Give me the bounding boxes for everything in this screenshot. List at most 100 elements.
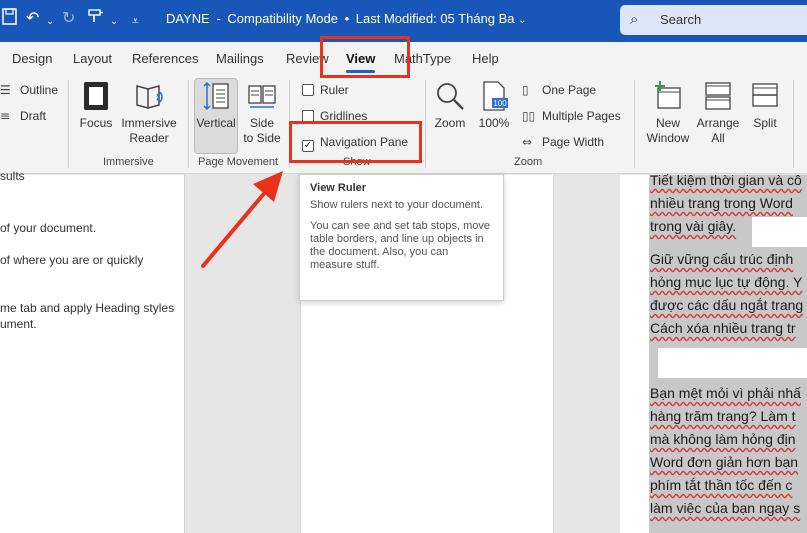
tab-references[interactable]: References (132, 51, 198, 66)
tooltip-title: View Ruler (310, 182, 367, 194)
immersive-reader-label-1: Immersive (121, 116, 177, 130)
document-text-line[interactable]: nhiều trang trong Word (650, 195, 793, 211)
navigation-pane: sults of your document. of where you are… (0, 169, 185, 533)
redo-icon[interactable]: ↻ (62, 8, 75, 28)
one-page-label: One Page (542, 83, 597, 97)
tooltip-description: Show rulers next to your document. (310, 199, 484, 211)
annotation-arrow (201, 171, 283, 268)
selection-gap (752, 217, 807, 247)
outline-icon: ☰ (0, 83, 11, 97)
last-modified-label: Last Modified: 05 Tháng Ba (355, 11, 515, 26)
tab-mailings[interactable]: Mailings (216, 51, 264, 66)
arrange-all-icon (702, 80, 734, 114)
side-to-side-button[interactable]: Side to Side (240, 80, 284, 146)
customize-quick-access-icon[interactable]: ⩡ (132, 11, 139, 31)
document-text-line[interactable]: trong vài giây. (650, 218, 736, 234)
one-page-button[interactable]: ▯ One Page (522, 82, 596, 98)
side-to-side-label-1: Side (249, 116, 275, 130)
page-width-button[interactable]: ⇔ Page Width (522, 134, 604, 150)
nav-pane-text-line: sults (0, 169, 25, 183)
document-text-line[interactable]: Tiết kiệm thời gian và cô (650, 172, 802, 188)
page-width-icon: ⇔ (522, 135, 533, 149)
multiple-pages-button[interactable]: ▯▯ Multiple Pages (522, 108, 621, 124)
navigation-pane-highlight-box (289, 121, 422, 163)
group-separator (634, 80, 635, 168)
vertical-label: Vertical (196, 116, 236, 130)
zoom-group-label: Zoom (514, 156, 543, 168)
arrange-all-button[interactable]: Arrange All (694, 80, 742, 146)
group-separator (68, 80, 69, 168)
magnifier-icon (434, 80, 466, 114)
draft-button[interactable]: ≡ Draft (0, 108, 46, 124)
document-text-line[interactable]: Bạn mệt mỏi vì phải nhấ (650, 385, 801, 401)
new-window-label-2: Window (646, 131, 690, 145)
document-text-line[interactable]: làm việc của bạn ngay s (650, 500, 800, 516)
compatibility-mode-label: Compatibility Mode (227, 11, 338, 26)
group-separator (425, 80, 426, 168)
draft-icon: ≡ (0, 109, 11, 123)
document-text-line[interactable]: mà không làm hỏng địn (650, 431, 796, 447)
selection-gap (658, 348, 807, 378)
document-name: DAYNE (166, 11, 210, 26)
outline-label: Outline (20, 83, 59, 97)
vertical-button[interactable]: Vertical (194, 80, 238, 131)
document-text-line[interactable]: hàng trăm trang? Làm t (650, 408, 796, 424)
search-placeholder: Search (660, 12, 702, 27)
view-tab-highlight-box (320, 36, 410, 78)
side-to-side-label-2: to Side (243, 131, 281, 145)
split-button[interactable]: Split (744, 80, 786, 131)
split-label: Split (753, 116, 777, 130)
immersive-reader-button[interactable]: Immersive Reader (118, 80, 180, 146)
group-separator (793, 80, 794, 168)
save-icon[interactable] (2, 8, 18, 31)
ruler-checkbox-box (302, 84, 314, 96)
search-icon: ⌕ (630, 10, 639, 28)
tab-help[interactable]: Help (472, 51, 499, 66)
vertical-icon (200, 80, 232, 114)
tab-layout[interactable]: Layout (73, 51, 112, 66)
side-to-side-icon (246, 80, 278, 114)
document-text-line[interactable]: Cách xóa nhiều trang tr (650, 320, 796, 336)
document-text-line[interactable]: phím tắt thần tốc đến c (650, 477, 792, 493)
new-window-button[interactable]: New Window (644, 80, 692, 146)
ruler-checkbox[interactable]: Ruler (302, 82, 349, 98)
page-100-icon: 100 (478, 80, 510, 114)
undo-icon[interactable]: ↶ (26, 8, 39, 28)
zoom-label: Zoom (434, 116, 466, 130)
tab-design[interactable]: Design (12, 51, 52, 66)
nav-pane-text-line: of your document. (0, 221, 97, 235)
zoom-100-button[interactable]: 100 100% (474, 80, 514, 131)
new-window-label-1: New (655, 116, 680, 130)
one-page-icon: ▯ (522, 83, 529, 97)
document-text-line[interactable]: hỏng mục lục tự động. Y (650, 274, 802, 290)
outline-button[interactable]: ☰ Outline (0, 82, 58, 98)
chevron-down-icon[interactable]: ⌄ (46, 12, 54, 32)
new-window-icon (652, 80, 684, 114)
zoom-button[interactable]: Zoom (430, 80, 470, 131)
ruler-label: Ruler (320, 83, 349, 97)
arrange-all-label-2: All (711, 131, 725, 145)
document-text-line[interactable]: Giữ vững cấu trúc định (650, 251, 793, 267)
view-ruler-tooltip: View Ruler Show rulers next to your docu… (299, 174, 504, 301)
document-text-line[interactable]: Word đơn giản hơn bạn (650, 454, 798, 470)
arrange-all-label-1: Arrange (696, 116, 740, 130)
immersive-group-label: Immersive (103, 156, 154, 168)
chevron-down-icon: ⌄ (518, 15, 527, 26)
multiple-pages-label: Multiple Pages (542, 109, 621, 123)
focus-button[interactable]: Focus (76, 80, 116, 131)
tooltip-description: You can see and set tab stops, move tabl… (310, 220, 490, 271)
svg-text:100: 100 (493, 99, 507, 108)
nav-pane-text-line: of where you are or quickly (0, 253, 144, 267)
draft-label: Draft (20, 109, 47, 123)
immersive-reader-icon (133, 80, 165, 114)
focus-icon (80, 80, 112, 114)
chevron-down-icon[interactable]: ⌄ (110, 12, 118, 32)
page-width-label: Page Width (542, 135, 605, 149)
search-box[interactable]: ⌕ Search (620, 5, 807, 35)
zoom-100-label: 100% (478, 116, 510, 130)
document-title[interactable]: DAYNE - Compatibility Mode • Last Modifi… (166, 11, 527, 26)
format-painter-icon[interactable] (88, 8, 106, 29)
document-text-line[interactable]: được các dấu ngắt trang (650, 297, 803, 313)
split-icon (749, 80, 781, 114)
group-separator (188, 80, 189, 168)
